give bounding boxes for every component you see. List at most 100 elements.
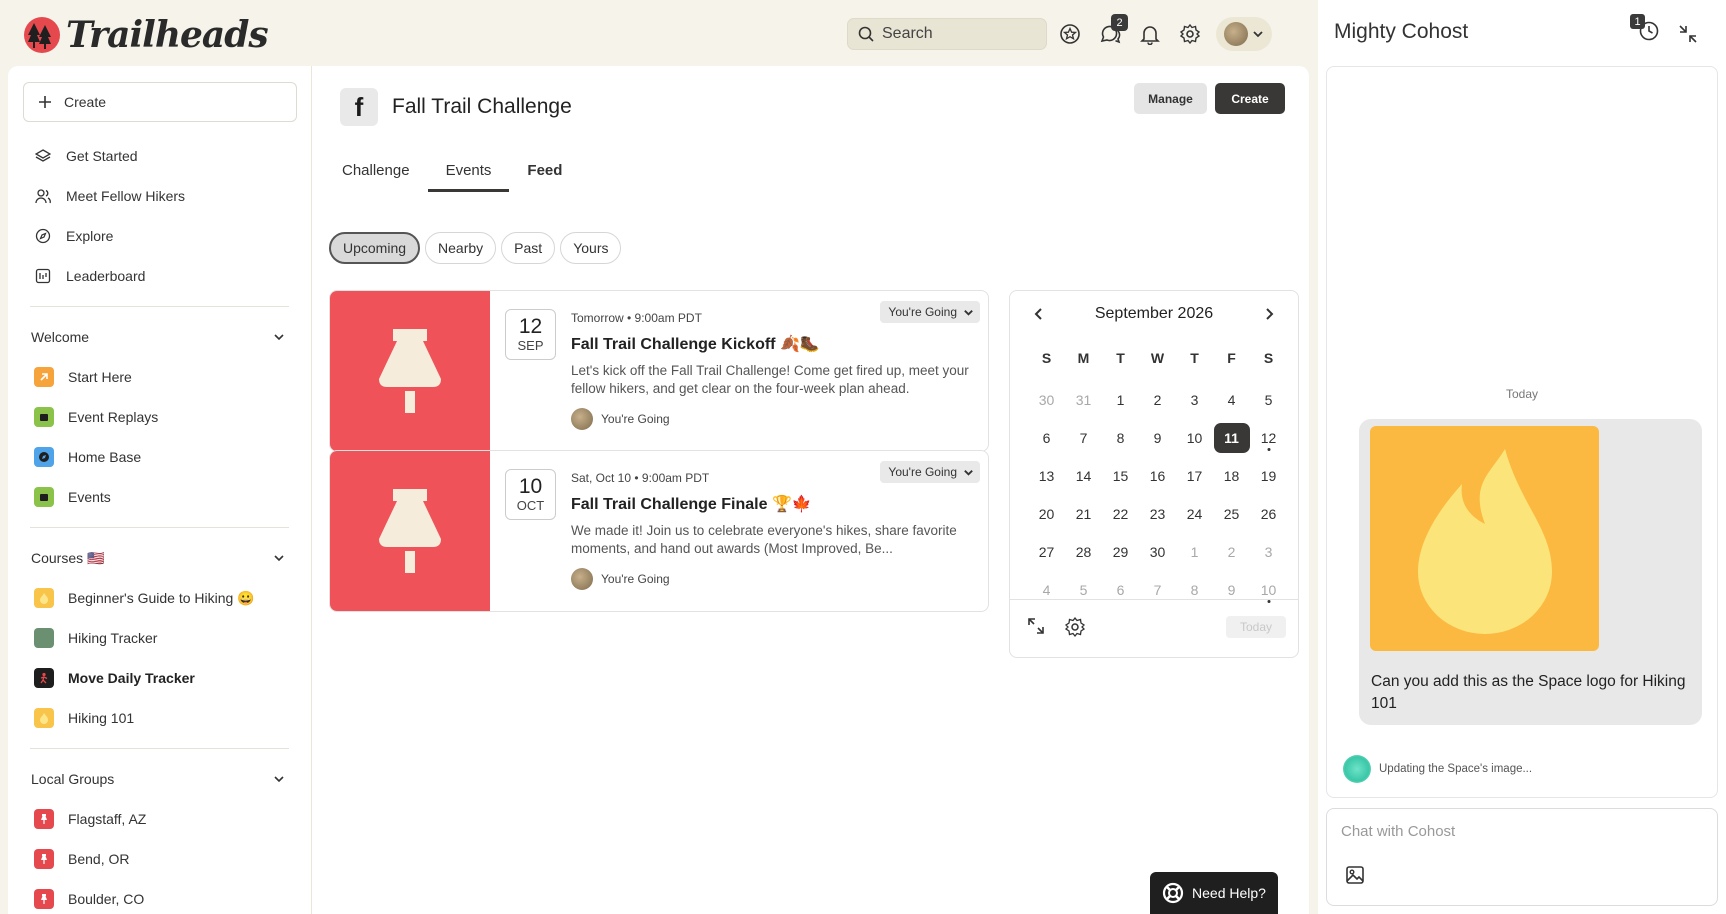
calendar-day[interactable]: 4 xyxy=(1213,381,1250,419)
event-month: OCT xyxy=(516,498,545,513)
calendar-day[interactable]: 30 xyxy=(1139,533,1176,571)
calendar-day[interactable]: 31 xyxy=(1065,381,1102,419)
filter-upcoming[interactable]: Upcoming xyxy=(329,232,421,264)
event-title[interactable]: Fall Trail Challenge Kickoff 🍂🥾 xyxy=(571,334,820,354)
calendar-day[interactable]: 30 xyxy=(1028,381,1065,419)
sidebar-item-start-here[interactable]: Start Here xyxy=(8,357,311,397)
sidebar-item-home-base[interactable]: Home Base xyxy=(8,437,311,477)
filter-past[interactable]: Past xyxy=(501,232,556,264)
image-thumbnail-icon xyxy=(34,628,54,648)
image-upload-icon[interactable] xyxy=(1345,865,1365,885)
sidebar-item-beginners-guide[interactable]: Beginner's Guide to Hiking 😀 xyxy=(8,578,311,618)
calendar-day[interactable]: 13 xyxy=(1028,457,1065,495)
chat-input[interactable] xyxy=(1341,823,1681,840)
sidebar-item-bend[interactable]: Bend, OR xyxy=(8,839,311,879)
calendar-day[interactable]: 20 xyxy=(1028,495,1065,533)
chats-button[interactable]: 2 xyxy=(1090,14,1130,52)
calendar-day[interactable]: 18 xyxy=(1213,457,1250,495)
calendar-day[interactable]: 21 xyxy=(1065,495,1102,533)
calendar-day[interactable]: 12 xyxy=(1250,419,1287,457)
calendar-day[interactable]: 24 xyxy=(1176,495,1213,533)
sidebar-item-label: Hiking 101 xyxy=(68,710,135,726)
calendar-day[interactable]: 29 xyxy=(1102,533,1139,571)
nav-leaderboard[interactable]: Leaderboard xyxy=(8,256,311,296)
calendar-day[interactable]: 27 xyxy=(1028,533,1065,571)
sidebar-item-hiking-101[interactable]: Hiking 101 xyxy=(8,698,311,738)
chevron-left-icon[interactable] xyxy=(1032,307,1046,321)
sidebar-item-hiking-tracker[interactable]: Hiking Tracker xyxy=(8,618,311,658)
create-space-button[interactable]: Create xyxy=(1215,83,1285,114)
calendar-day[interactable]: 25 xyxy=(1213,495,1250,533)
message-image[interactable] xyxy=(1370,426,1599,651)
facebook-logo-icon: f xyxy=(340,88,378,126)
calendar-day[interactable]: 19 xyxy=(1250,457,1287,495)
history-button[interactable]: 1 xyxy=(1630,14,1660,47)
notifications-button[interactable] xyxy=(1130,16,1170,52)
calendar-day[interactable]: 2 xyxy=(1139,381,1176,419)
section-courses-header[interactable]: Courses 🇺🇸 xyxy=(8,538,311,578)
collapse-icon[interactable] xyxy=(1678,24,1698,44)
create-button[interactable]: Create xyxy=(23,82,297,122)
event-day: 12 xyxy=(518,315,543,338)
calendar-day[interactable]: 6 xyxy=(1028,419,1065,457)
calendar-day[interactable]: 5 xyxy=(1250,381,1287,419)
cohost-title: Mighty Cohost xyxy=(1334,20,1469,43)
chevron-right-icon[interactable] xyxy=(1262,307,1276,321)
need-help-button[interactable]: Need Help? xyxy=(1150,872,1278,914)
rsvp-dropdown[interactable]: You're Going xyxy=(880,461,980,483)
sidebar-item-event-replays[interactable]: Event Replays xyxy=(8,397,311,437)
calendar-day[interactable]: 3 xyxy=(1250,533,1287,571)
calendar-day[interactable]: 11 xyxy=(1213,419,1250,457)
nav-get-started[interactable]: Get Started xyxy=(8,136,311,176)
calendar-day[interactable]: 8 xyxy=(1102,419,1139,457)
event-card[interactable]: 12 SEP Tomorrow • 9:00am PDT Fall Trail … xyxy=(329,290,989,452)
sidebar-item-boulder[interactable]: Boulder, CO xyxy=(8,879,311,914)
calendar-day[interactable]: 28 xyxy=(1065,533,1102,571)
calendar-month: September 2026 xyxy=(1094,305,1214,322)
calendar-day[interactable]: 1 xyxy=(1102,381,1139,419)
flame-icon xyxy=(1417,448,1552,634)
filter-nearby[interactable]: Nearby xyxy=(425,232,497,264)
achievements-button[interactable] xyxy=(1050,16,1090,52)
tab-feed[interactable]: Feed xyxy=(509,148,580,192)
calendar-day[interactable]: 10 xyxy=(1176,419,1213,457)
chevron-down-icon xyxy=(964,309,973,316)
user-message: Can you add this as the Space logo for H… xyxy=(1359,419,1702,725)
calendar-day[interactable]: 23 xyxy=(1139,495,1176,533)
expand-icon[interactable] xyxy=(1026,616,1046,636)
search-input[interactable]: Search xyxy=(847,18,1047,50)
settings-button[interactable] xyxy=(1170,16,1210,52)
calendar-day[interactable]: 3 xyxy=(1176,381,1213,419)
manage-button[interactable]: Manage xyxy=(1134,83,1207,114)
profile-menu-button[interactable] xyxy=(1216,17,1272,51)
main-content: f Fall Trail Challenge Manage Create Cha… xyxy=(312,66,1309,914)
today-button[interactable]: Today xyxy=(1226,616,1286,638)
calendar-day[interactable]: 7 xyxy=(1065,419,1102,457)
section-title: Local Groups xyxy=(31,771,115,787)
calendar-day[interactable]: 22 xyxy=(1102,495,1139,533)
sidebar-item-flagstaff[interactable]: Flagstaff, AZ xyxy=(8,799,311,839)
rsvp-dropdown[interactable]: You're Going xyxy=(880,301,980,323)
calendar-day[interactable]: 9 xyxy=(1139,419,1176,457)
brand-logo[interactable]: Trailheads xyxy=(24,14,269,56)
leaderboard-icon xyxy=(34,267,52,285)
sidebar-item-move-daily-tracker[interactable]: Move Daily Tracker xyxy=(8,658,311,698)
tab-challenge[interactable]: Challenge xyxy=(324,148,428,192)
calendar-day[interactable]: 14 xyxy=(1065,457,1102,495)
calendar-day[interactable]: 1 xyxy=(1176,533,1213,571)
nav-explore[interactable]: Explore xyxy=(8,216,311,256)
calendar-day[interactable]: 17 xyxy=(1176,457,1213,495)
event-card[interactable]: 10 OCT Sat, Oct 10 • 9:00am PDT Fall Tra… xyxy=(329,450,989,612)
calendar-day[interactable]: 26 xyxy=(1250,495,1287,533)
event-title[interactable]: Fall Trail Challenge Finale 🏆🍁 xyxy=(571,494,812,514)
calendar-day[interactable]: 16 xyxy=(1139,457,1176,495)
nav-meet-fellow-hikers[interactable]: Meet Fellow Hikers xyxy=(8,176,311,216)
calendar-day[interactable]: 15 xyxy=(1102,457,1139,495)
filter-yours[interactable]: Yours xyxy=(560,232,622,264)
sidebar-item-events[interactable]: Events xyxy=(8,477,311,517)
tab-events[interactable]: Events xyxy=(427,148,510,192)
calendar-day[interactable]: 2 xyxy=(1213,533,1250,571)
gear-icon[interactable] xyxy=(1064,616,1086,638)
section-welcome-header[interactable]: Welcome xyxy=(8,317,311,357)
section-local-groups-header[interactable]: Local Groups xyxy=(8,759,311,799)
